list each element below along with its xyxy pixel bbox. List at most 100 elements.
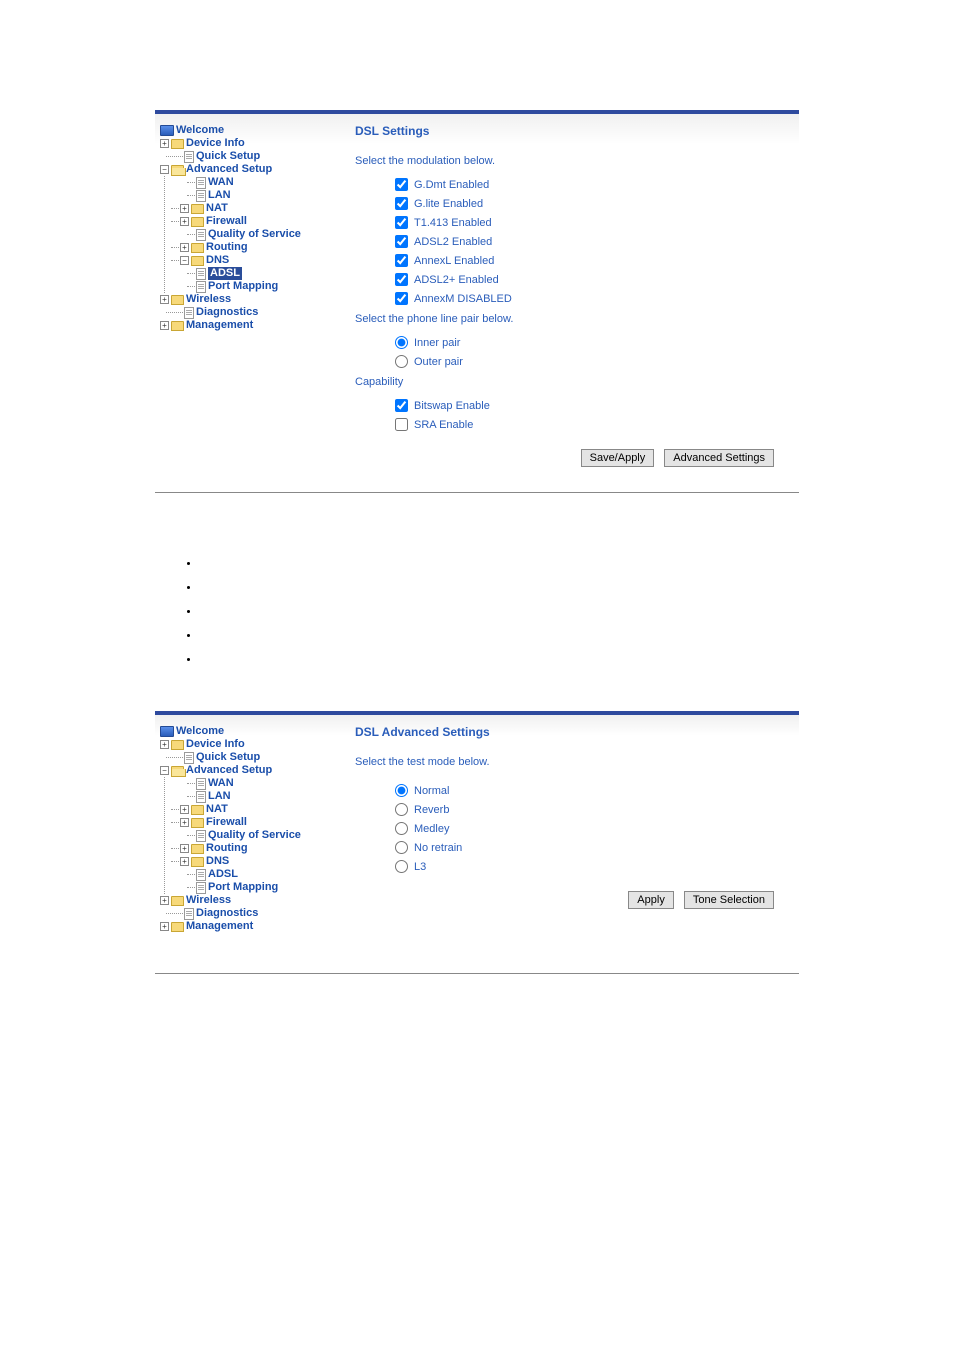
gdmt-checkbox[interactable] [395, 178, 408, 191]
bitswap-checkbox[interactable] [395, 399, 408, 412]
expand-icon[interactable]: + [160, 922, 169, 931]
expand-icon[interactable]: + [180, 217, 189, 226]
expand-icon[interactable]: + [160, 139, 169, 148]
nav-dns[interactable]: − DNS [165, 254, 335, 267]
nav-nat[interactable]: + NAT [165, 803, 335, 816]
option-label: SRA Enable [414, 419, 473, 431]
collapse-icon[interactable]: − [160, 165, 169, 174]
nav-welcome[interactable]: Welcome [160, 124, 335, 137]
expand-icon[interactable]: + [180, 204, 189, 213]
folder-icon [171, 896, 184, 906]
option-label: AnnexL Enabled [414, 255, 494, 267]
nav-advanced-setup[interactable]: − Advanced Setup [160, 163, 335, 176]
tree-connector [166, 913, 183, 914]
nav-device-info[interactable]: + Device Info [160, 137, 335, 150]
expand-icon[interactable]: + [180, 818, 189, 827]
inner-pair-radio[interactable] [395, 336, 408, 349]
nav-qos[interactable]: Quality of Service [165, 829, 335, 842]
nav-welcome[interactable]: Welcome [160, 725, 335, 738]
nav-wan[interactable]: WAN [165, 777, 335, 790]
list-item [200, 582, 954, 594]
nav-port-mapping[interactable]: Port Mapping [165, 881, 335, 894]
modulation-option: AnnexM DISABLED [355, 289, 784, 308]
option-label: Outer pair [414, 356, 463, 368]
option-label: AnnexM DISABLED [414, 293, 512, 305]
annexl-checkbox[interactable] [395, 254, 408, 267]
folder-icon [191, 217, 204, 227]
glite-checkbox[interactable] [395, 197, 408, 210]
folder-icon [191, 243, 204, 253]
expand-icon[interactable]: + [180, 805, 189, 814]
nav-firewall[interactable]: + Firewall [165, 816, 335, 829]
nav-routing[interactable]: + Routing [165, 842, 335, 855]
annexm-checkbox[interactable] [395, 292, 408, 305]
nav-adsl[interactable]: ADSL [165, 868, 335, 881]
capability-option: SRA Enable [355, 415, 784, 434]
expand-icon[interactable]: + [180, 857, 189, 866]
nav-diagnostics[interactable]: Diagnostics [160, 306, 335, 319]
tone-selection-button[interactable]: Tone Selection [684, 891, 774, 909]
list-item [200, 654, 954, 666]
nav-quick-setup[interactable]: Quick Setup [160, 150, 335, 163]
medley-radio[interactable] [395, 822, 408, 835]
t1413-checkbox[interactable] [395, 216, 408, 229]
nav-lan[interactable]: LAN [165, 790, 335, 803]
modulation-option: ADSL2 Enabled [355, 232, 784, 251]
save-apply-button[interactable]: Save/Apply [581, 449, 655, 467]
tree-connector [187, 286, 195, 287]
button-row: Apply Tone Selection [355, 876, 784, 914]
testmode-option: Medley [355, 819, 784, 838]
expand-icon[interactable]: + [180, 243, 189, 252]
outer-pair-radio[interactable] [395, 355, 408, 368]
reverb-radio[interactable] [395, 803, 408, 816]
sra-checkbox[interactable] [395, 418, 408, 431]
nav-adsl[interactable]: ADSL [165, 267, 335, 280]
list-item [200, 606, 954, 618]
noretrain-radio[interactable] [395, 841, 408, 854]
apply-button[interactable]: Apply [628, 891, 674, 909]
nav-firewall[interactable]: + Firewall [165, 215, 335, 228]
adsl2plus-checkbox[interactable] [395, 273, 408, 286]
nav-management[interactable]: + Management [160, 319, 335, 332]
nav-nat[interactable]: + NAT [165, 202, 335, 215]
option-label: ADSL2+ Enabled [414, 274, 499, 286]
folder-icon [171, 139, 184, 149]
expand-icon[interactable]: + [160, 740, 169, 749]
folder-icon [191, 204, 204, 214]
expand-icon[interactable]: + [180, 844, 189, 853]
expand-icon[interactable]: + [160, 321, 169, 330]
nav-device-info[interactable]: + Device Info [160, 738, 335, 751]
adsl2-checkbox[interactable] [395, 235, 408, 248]
tree-connector [187, 182, 195, 183]
testmode-option: Reverb [355, 800, 784, 819]
nav-management[interactable]: + Management [160, 920, 335, 933]
tree-connector [171, 809, 179, 810]
collapse-icon[interactable]: − [180, 256, 189, 265]
expand-icon[interactable]: + [160, 896, 169, 905]
collapse-icon[interactable]: − [160, 766, 169, 775]
normal-radio[interactable] [395, 784, 408, 797]
nav-qos[interactable]: Quality of Service [165, 228, 335, 241]
nav-quick-setup[interactable]: Quick Setup [160, 751, 335, 764]
folder-open-icon [171, 165, 184, 175]
nav-wan[interactable]: WAN [165, 176, 335, 189]
page-icon [196, 281, 206, 293]
nav-advanced-setup[interactable]: − Advanced Setup [160, 764, 335, 777]
nav-routing[interactable]: + Routing [165, 241, 335, 254]
dsl-advanced-main: DSL Advanced Settings Select the test mo… [340, 715, 799, 943]
nav-dns[interactable]: + DNS [165, 855, 335, 868]
nav-wireless[interactable]: + Wireless [160, 293, 335, 306]
nav-wireless[interactable]: + Wireless [160, 894, 335, 907]
tree-connector [171, 848, 179, 849]
l3-radio[interactable] [395, 860, 408, 873]
navigation-tree: Welcome + Device Info Quick Setup − Adva… [155, 715, 340, 943]
folder-icon [191, 857, 204, 867]
expand-icon[interactable]: + [160, 295, 169, 304]
page-title: DSL Advanced Settings [355, 725, 784, 739]
dsl-settings-main: DSL Settings Select the modulation below… [340, 114, 799, 482]
nav-diagnostics[interactable]: Diagnostics [160, 907, 335, 920]
nav-lan[interactable]: LAN [165, 189, 335, 202]
dsl-settings-panel: Welcome + Device Info Quick Setup − Adva… [155, 110, 799, 493]
advanced-settings-button[interactable]: Advanced Settings [664, 449, 774, 467]
nav-port-mapping[interactable]: Port Mapping [165, 280, 335, 293]
